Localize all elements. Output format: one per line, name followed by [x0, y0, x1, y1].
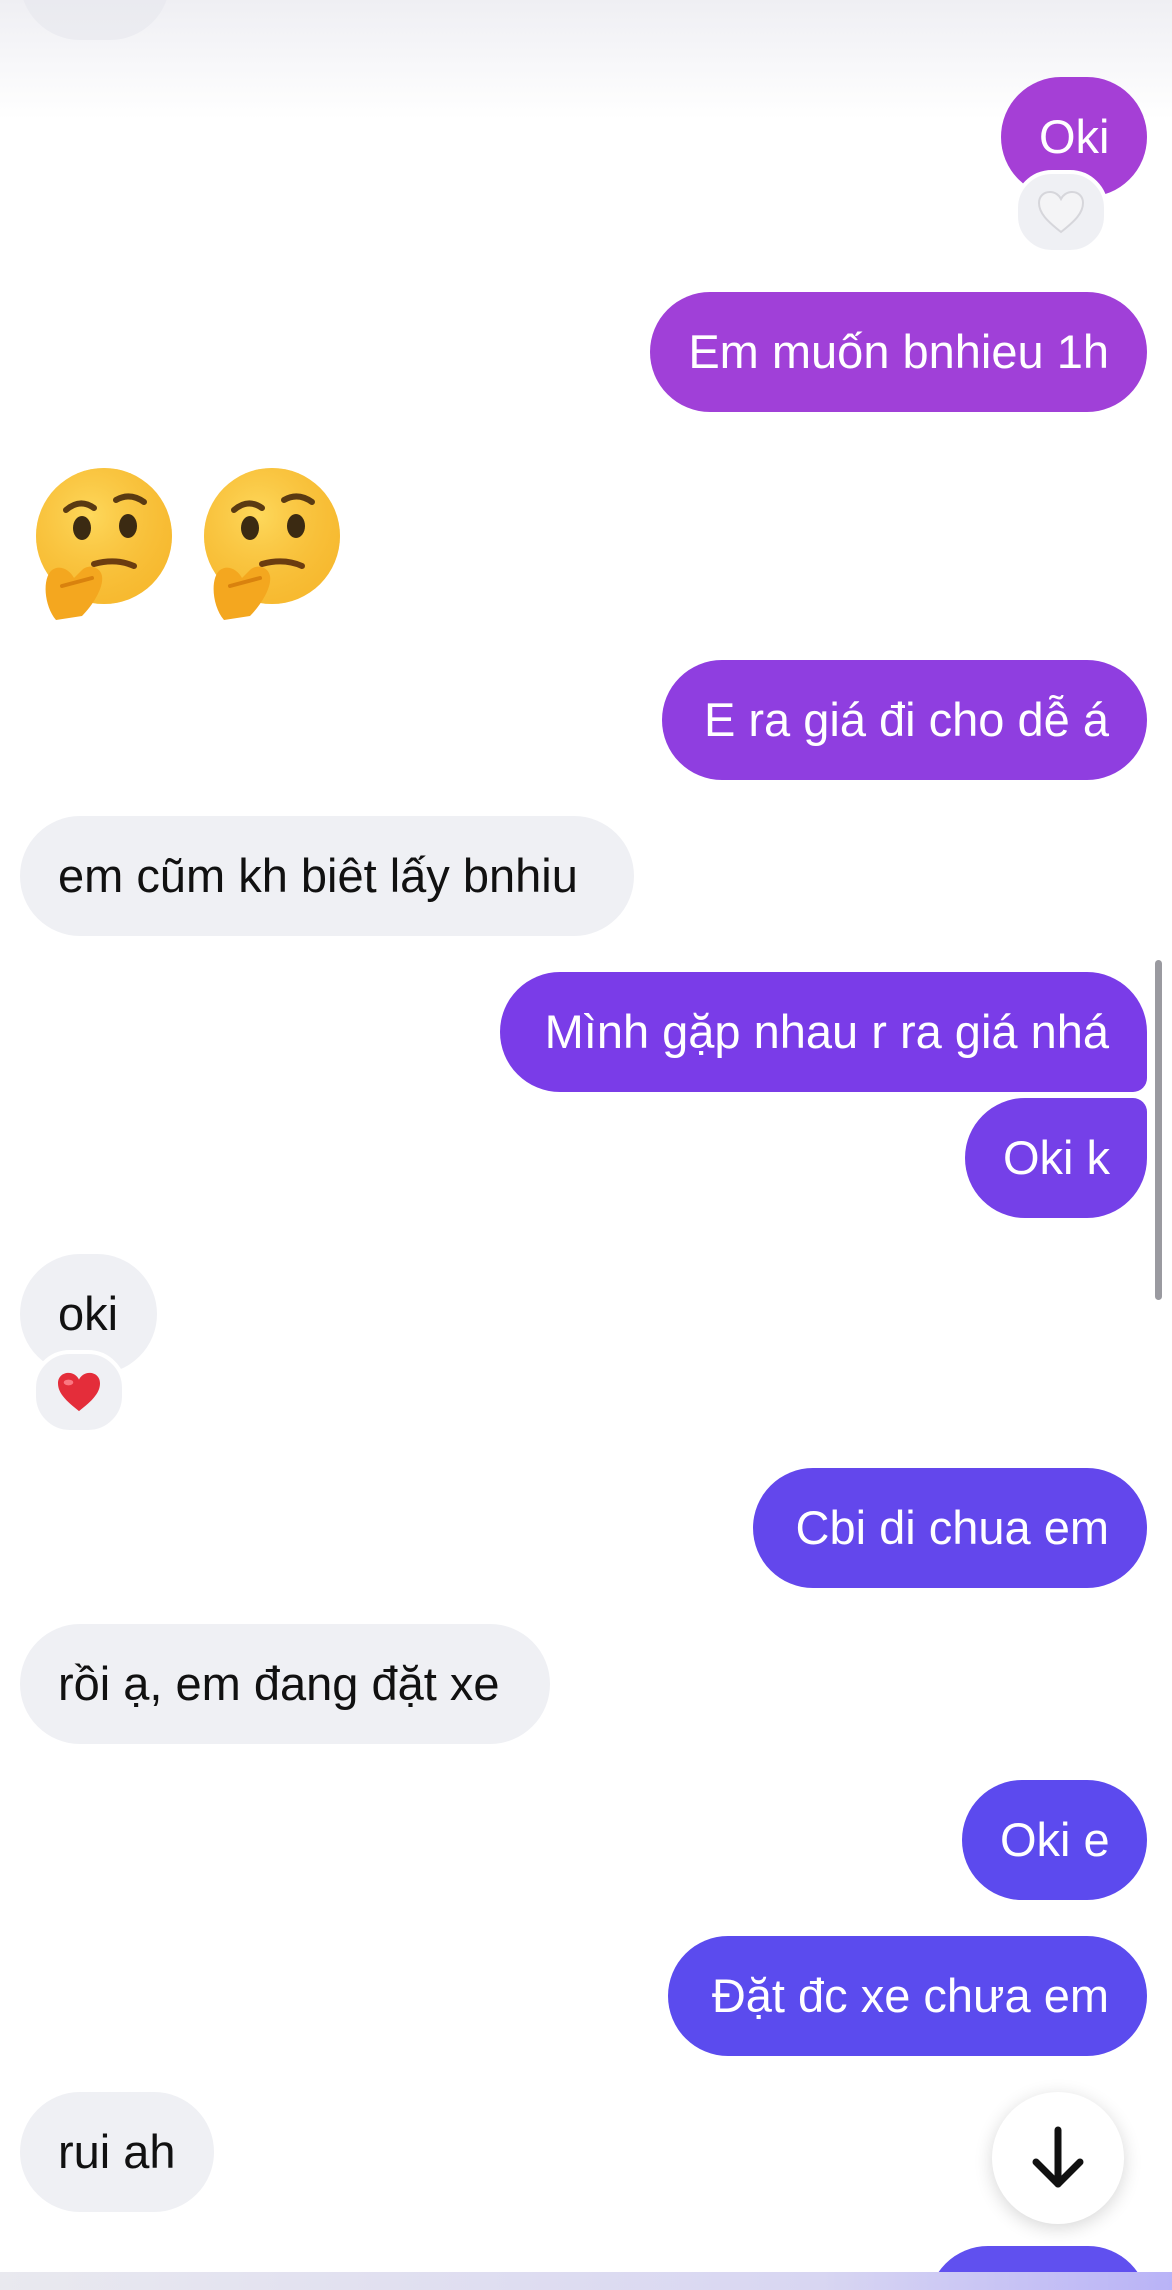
message-bubble-outgoing[interactable]: Em muốn bnhieu 1h — [650, 292, 1147, 412]
message-text: E ra giá đi cho dễ á — [704, 693, 1109, 746]
message-bubble-partial[interactable] — [20, 0, 170, 40]
message-text: Oki e — [1000, 1813, 1110, 1866]
message-bubble-outgoing[interactable]: Oki e — [962, 1780, 1147, 1900]
message-text: rui ah — [58, 2125, 176, 2178]
message-text: Oki — [1039, 110, 1110, 163]
message-bubble-outgoing[interactable]: Mình gặp nhau r ra giá nhá — [500, 972, 1147, 1092]
message-reaction[interactable] — [1014, 170, 1108, 254]
thinking-face-icon — [36, 468, 172, 620]
arrow-down-icon — [1032, 2126, 1084, 2188]
message-text: em cũm kh biêt lấy bnhiu — [58, 849, 578, 902]
message-bubble-outgoing[interactable]: Đặt đc xe chưa em — [668, 1936, 1147, 2056]
message-text: Oki k — [1003, 1131, 1111, 1184]
message-bubble-outgoing[interactable]: Cbi di chua em — [753, 1468, 1147, 1588]
message-text: rồi ạ, em đang đặt xe — [58, 1657, 500, 1710]
message-bubble-outgoing[interactable]: Oki k — [965, 1098, 1147, 1218]
white-heart-icon — [1037, 190, 1085, 234]
message-bubble-incoming[interactable]: rui ah — [20, 2092, 214, 2212]
message-emoji-only[interactable] — [26, 466, 366, 626]
message-bubble-outgoing[interactable]: E ra giá đi cho dễ á — [662, 660, 1147, 780]
scroll-to-bottom-button[interactable] — [992, 2092, 1124, 2224]
message-text: Cbi di chua em — [795, 1501, 1110, 1554]
message-text: Đặt đc xe chưa em — [711, 1969, 1109, 2022]
message-reaction[interactable] — [32, 1350, 126, 1434]
scrollbar-thumb[interactable] — [1155, 960, 1162, 1300]
message-text: Mình gặp nhau r ra giá nhá — [544, 1005, 1109, 1058]
message-bubble-incoming[interactable]: rồi ạ, em đang đặt xe — [20, 1624, 550, 1744]
message-text: Em muốn bnhieu 1h — [688, 325, 1109, 378]
red-heart-icon — [58, 1372, 100, 1412]
message-text: oki — [58, 1287, 119, 1340]
thinking-face-icon — [204, 468, 340, 620]
top-fade-overlay — [0, 0, 1172, 120]
message-thread[interactable]: Oki Em muốn bnhieu 1h E ra giá đi cho dễ… — [0, 0, 1172, 2290]
composer-bar-edge — [0, 2272, 1172, 2290]
message-bubble-incoming[interactable]: em cũm kh biêt lấy bnhiu — [20, 816, 634, 936]
